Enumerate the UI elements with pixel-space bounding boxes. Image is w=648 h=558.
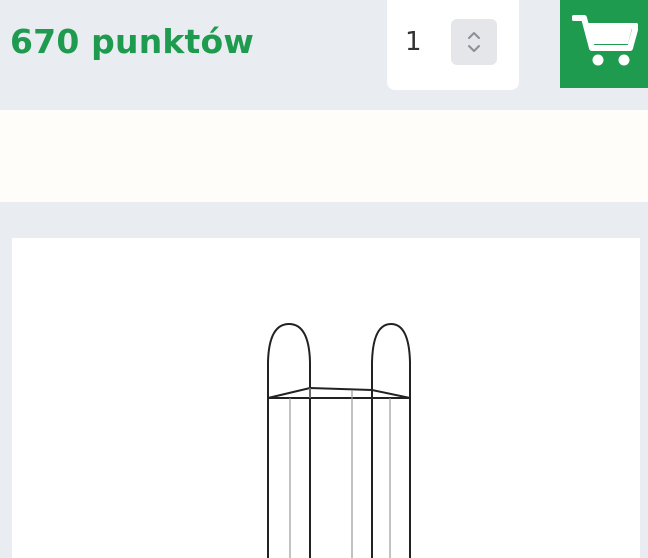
- notice-band: [0, 110, 648, 202]
- quantity-field[interactable]: 1: [387, 0, 519, 90]
- product-purchase-bar: 670 punktów 1: [0, 0, 648, 110]
- quantity-stepper[interactable]: [451, 19, 497, 65]
- quantity-input[interactable]: 1: [405, 26, 422, 58]
- add-to-cart-button[interactable]: [560, 0, 648, 88]
- product-gallery: [0, 202, 648, 558]
- product-image[interactable]: [12, 238, 640, 558]
- chevron-up-down-icon: [468, 32, 480, 52]
- price-in-points: 670 punktów: [10, 22, 255, 61]
- shopping-cart-icon: [572, 15, 638, 66]
- garden-trellis-illustration: [267, 322, 411, 558]
